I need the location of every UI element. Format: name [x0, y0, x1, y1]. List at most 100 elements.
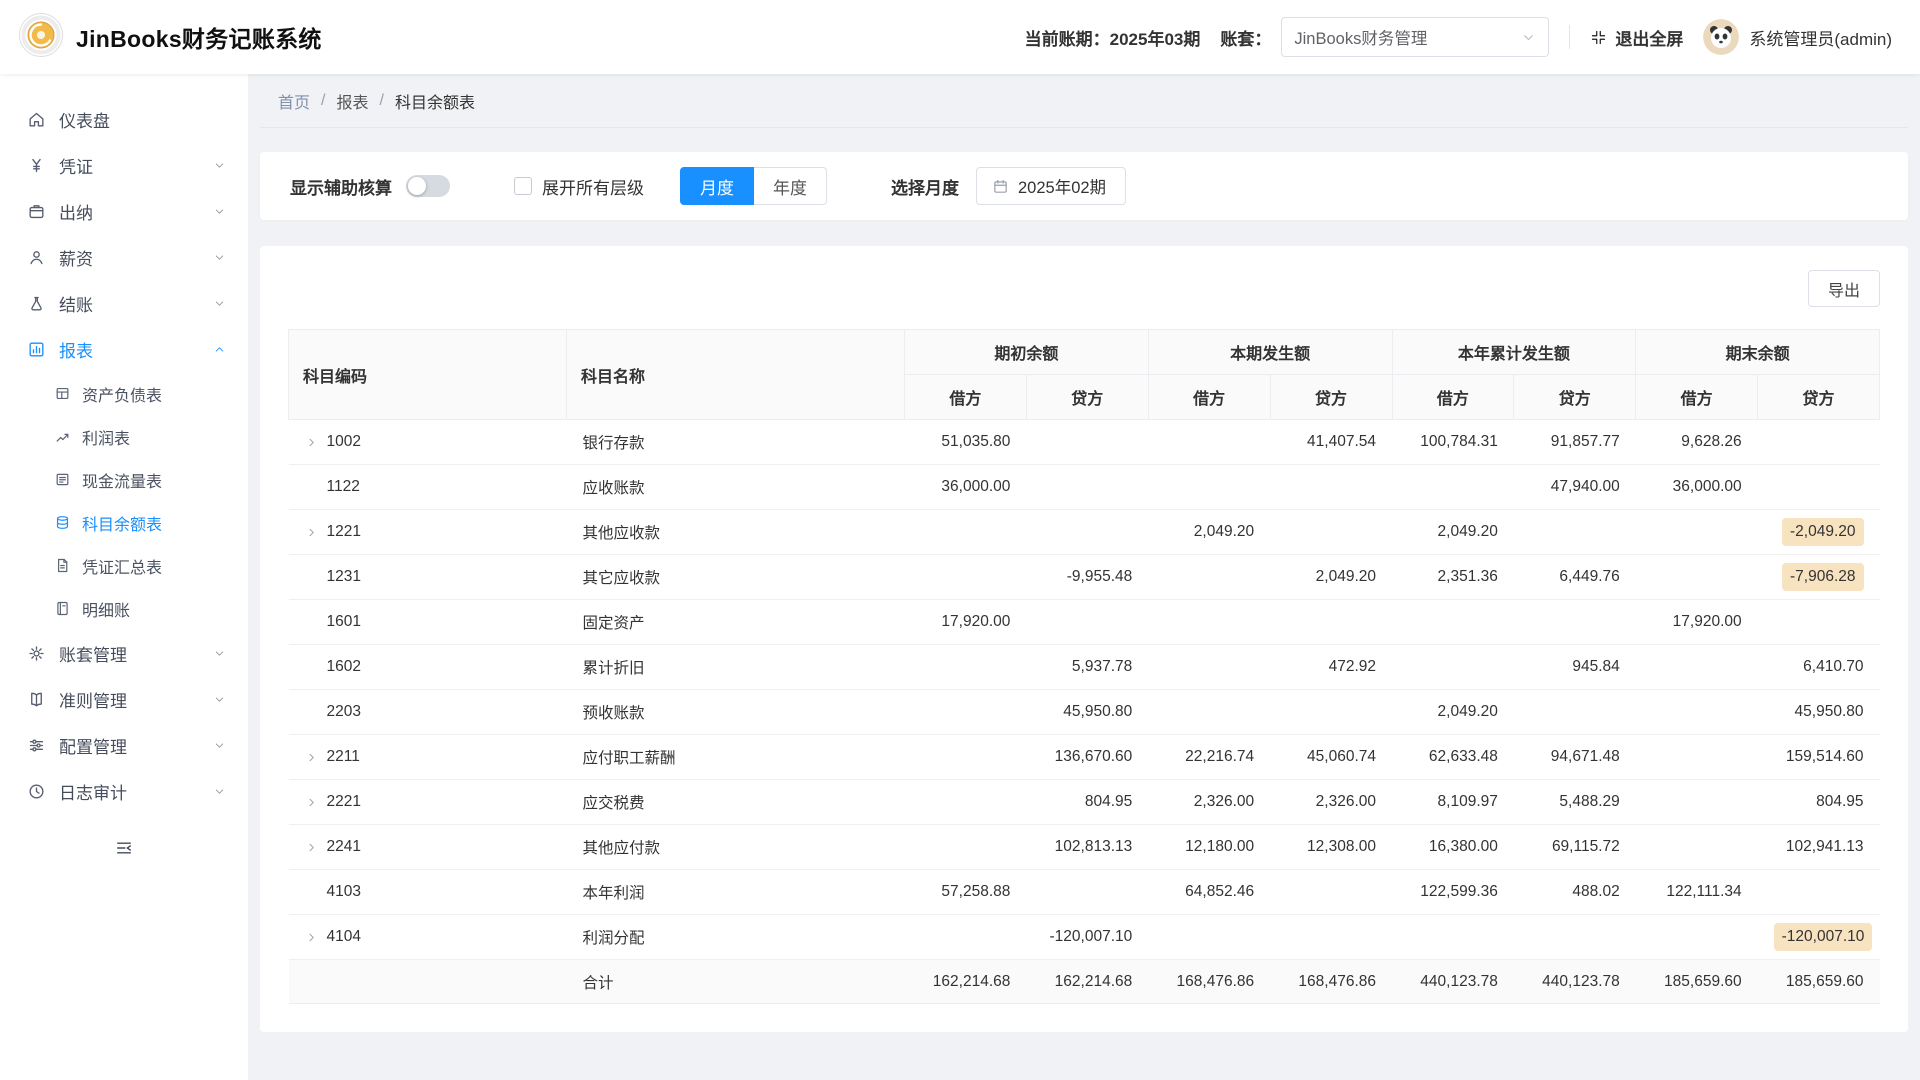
sidebar-item-cashier[interactable]: 出纳 [0, 188, 248, 234]
amount-cell [1514, 510, 1636, 555]
breadcrumb-home[interactable]: 首页 [278, 89, 310, 113]
sidebar-item-label: 薪资 [59, 245, 200, 270]
top-header: JinBooks财务记账系统 当前账期：2025年03期 账套： JinBook… [0, 0, 1920, 74]
account-code: 1122 [327, 478, 360, 496]
sidebar-item-config-mgmt[interactable]: 配置管理 [0, 722, 248, 768]
amount-cell [1758, 465, 1880, 510]
breadcrumb-reports: 报表 [336, 89, 368, 113]
account-name: 其他应收款 [567, 510, 905, 555]
amount-cell: 36,000.00 [1636, 465, 1758, 510]
amount-cell [1148, 420, 1270, 465]
amount-cell: -120,007.10 [1026, 915, 1148, 960]
sidebar-item-account-balance[interactable]: 科目余额表 [0, 501, 248, 544]
aux-toggle[interactable] [406, 175, 450, 197]
account-code: 1601 [327, 613, 361, 631]
expand-all-checkbox[interactable] [514, 177, 532, 195]
main-content: 首页 / 报表 / 科目余额表 显示辅助核算 展开所有层级 月度 年度 选择月度… [248, 74, 1920, 1080]
amount-cell [1636, 645, 1758, 690]
current-period: 当前账期：2025年03期 [1025, 25, 1201, 50]
total-amount-cell: 185,659.60 [1758, 960, 1880, 1004]
amount-cell [1636, 510, 1758, 555]
negative-amount-pill: -7,906.28 [1782, 563, 1864, 591]
total-amount-cell: 168,476.86 [1148, 960, 1270, 1004]
sidebar-item-cash-flow[interactable]: 现金流量表 [0, 458, 248, 501]
sidebar-item-dashboard[interactable]: 仪表盘 [0, 96, 248, 142]
collapse-sidebar-button[interactable] [0, 830, 248, 866]
chevron-down-icon [213, 159, 226, 172]
account-code: 2203 [327, 703, 361, 721]
month-mode-button[interactable]: 月度 [680, 167, 754, 205]
calendar-icon [992, 178, 1009, 195]
exit-fullscreen-button[interactable]: 退出全屏 [1590, 25, 1683, 50]
amount-cell [905, 690, 1027, 735]
book-label: 账套： [1220, 25, 1271, 50]
period-picker-field: 选择月度 2025年02期 [891, 167, 1126, 205]
amount-cell: 2,049.20 [1392, 690, 1514, 735]
app-title: JinBooks财务记账系统 [76, 20, 322, 54]
period-picker[interactable]: 2025年02期 [976, 167, 1126, 205]
col-header-debit-0: 借方 [905, 375, 1027, 420]
export-button[interactable]: 导出 [1808, 270, 1880, 307]
sidebar-item-voucher-summary[interactable]: 凭证汇总表 [0, 544, 248, 587]
chevron-down-icon [213, 251, 226, 264]
book-field: 账套： JinBooks财务管理 [1220, 17, 1549, 57]
avatar [1703, 19, 1739, 55]
sidebar-item-detail-ledger[interactable]: 明细账 [0, 587, 248, 630]
sidebar-item-label: 明细账 [82, 597, 130, 621]
sidebar-item-label: 仪表盘 [59, 107, 226, 132]
amount-cell [905, 555, 1027, 600]
current-period-label: 当前账期： [1025, 30, 1110, 49]
sidebar-item-income-statement[interactable]: 利润表 [0, 415, 248, 458]
expand-row-icon[interactable] [305, 751, 318, 764]
col-group-header-1: 本期发生额 [1148, 330, 1392, 375]
book-select-value: JinBooks财务管理 [1294, 25, 1427, 49]
sidebar-item-book-mgmt[interactable]: 账套管理 [0, 630, 248, 676]
sidebar: 仪表盘凭证出纳薪资结账报表资产负债表利润表现金流量表科目余额表凭证汇总表明细账账… [0, 74, 248, 1080]
amount-cell: 159,514.60 [1758, 735, 1880, 780]
exit-fullscreen-label: 退出全屏 [1615, 25, 1683, 50]
col-header-name: 科目名称 [567, 330, 905, 420]
total-amount-cell: 162,214.68 [1026, 960, 1148, 1004]
col-header-code: 科目编码 [289, 330, 567, 420]
account-name: 应交税费 [567, 780, 905, 825]
period-picker-value: 2025年02期 [1018, 174, 1106, 198]
amount-cell: 57,258.88 [905, 870, 1027, 915]
account-name: 累计折旧 [567, 645, 905, 690]
user-menu[interactable]: 系统管理员(admin) [1703, 19, 1892, 55]
sidebar-item-closing[interactable]: 结账 [0, 280, 248, 326]
sidebar-item-audit-log[interactable]: 日志审计 [0, 768, 248, 814]
sidebar-item-voucher[interactable]: 凭证 [0, 142, 248, 188]
sidebar-item-balance-sheet[interactable]: 资产负债表 [0, 372, 248, 415]
col-header-credit-3: 贷方 [1758, 375, 1880, 420]
amount-cell: 45,060.74 [1270, 735, 1392, 780]
amount-cell: 91,857.77 [1514, 420, 1636, 465]
expand-row-icon[interactable] [305, 796, 318, 809]
amount-cell: 804.95 [1758, 780, 1880, 825]
year-mode-button[interactable]: 年度 [754, 167, 827, 205]
sidebar-item-payroll[interactable]: 薪资 [0, 234, 248, 280]
period-mode-switch: 月度 年度 [680, 167, 827, 205]
amount-cell: 945.84 [1514, 645, 1636, 690]
account-name: 利润分配 [567, 915, 905, 960]
sidebar-item-label: 资产负债表 [82, 382, 162, 406]
amount-cell [1148, 645, 1270, 690]
sidebar-menu: 仪表盘凭证出纳薪资结账报表资产负债表利润表现金流量表科目余额表凭证汇总表明细账账… [0, 96, 248, 814]
sidebar-item-standard-mgmt[interactable]: 准则管理 [0, 676, 248, 722]
amount-cell [1148, 465, 1270, 510]
sidebar-item-label: 账套管理 [59, 641, 200, 666]
expand-row-icon[interactable] [305, 841, 318, 854]
expand-row-icon[interactable] [305, 526, 318, 539]
sidebar-item-reports[interactable]: 报表 [0, 326, 248, 372]
amount-cell [905, 825, 1027, 870]
expand-row-icon[interactable] [305, 931, 318, 944]
amount-cell: 17,920.00 [1636, 600, 1758, 645]
standard-mgmt-icon [27, 690, 46, 709]
amount-cell [1270, 870, 1392, 915]
chevron-down-icon [1521, 30, 1536, 45]
chevron-down-icon [213, 297, 226, 310]
book-select[interactable]: JinBooks财务管理 [1281, 17, 1549, 57]
table-row: 2203预收账款45,950.802,049.2045,950.80 [289, 690, 1880, 735]
topbar-right: 当前账期：2025年03期 账套： JinBooks财务管理 退出全屏 [1025, 17, 1892, 57]
expand-row-icon[interactable] [305, 436, 318, 449]
chevron-down-icon [213, 739, 226, 752]
